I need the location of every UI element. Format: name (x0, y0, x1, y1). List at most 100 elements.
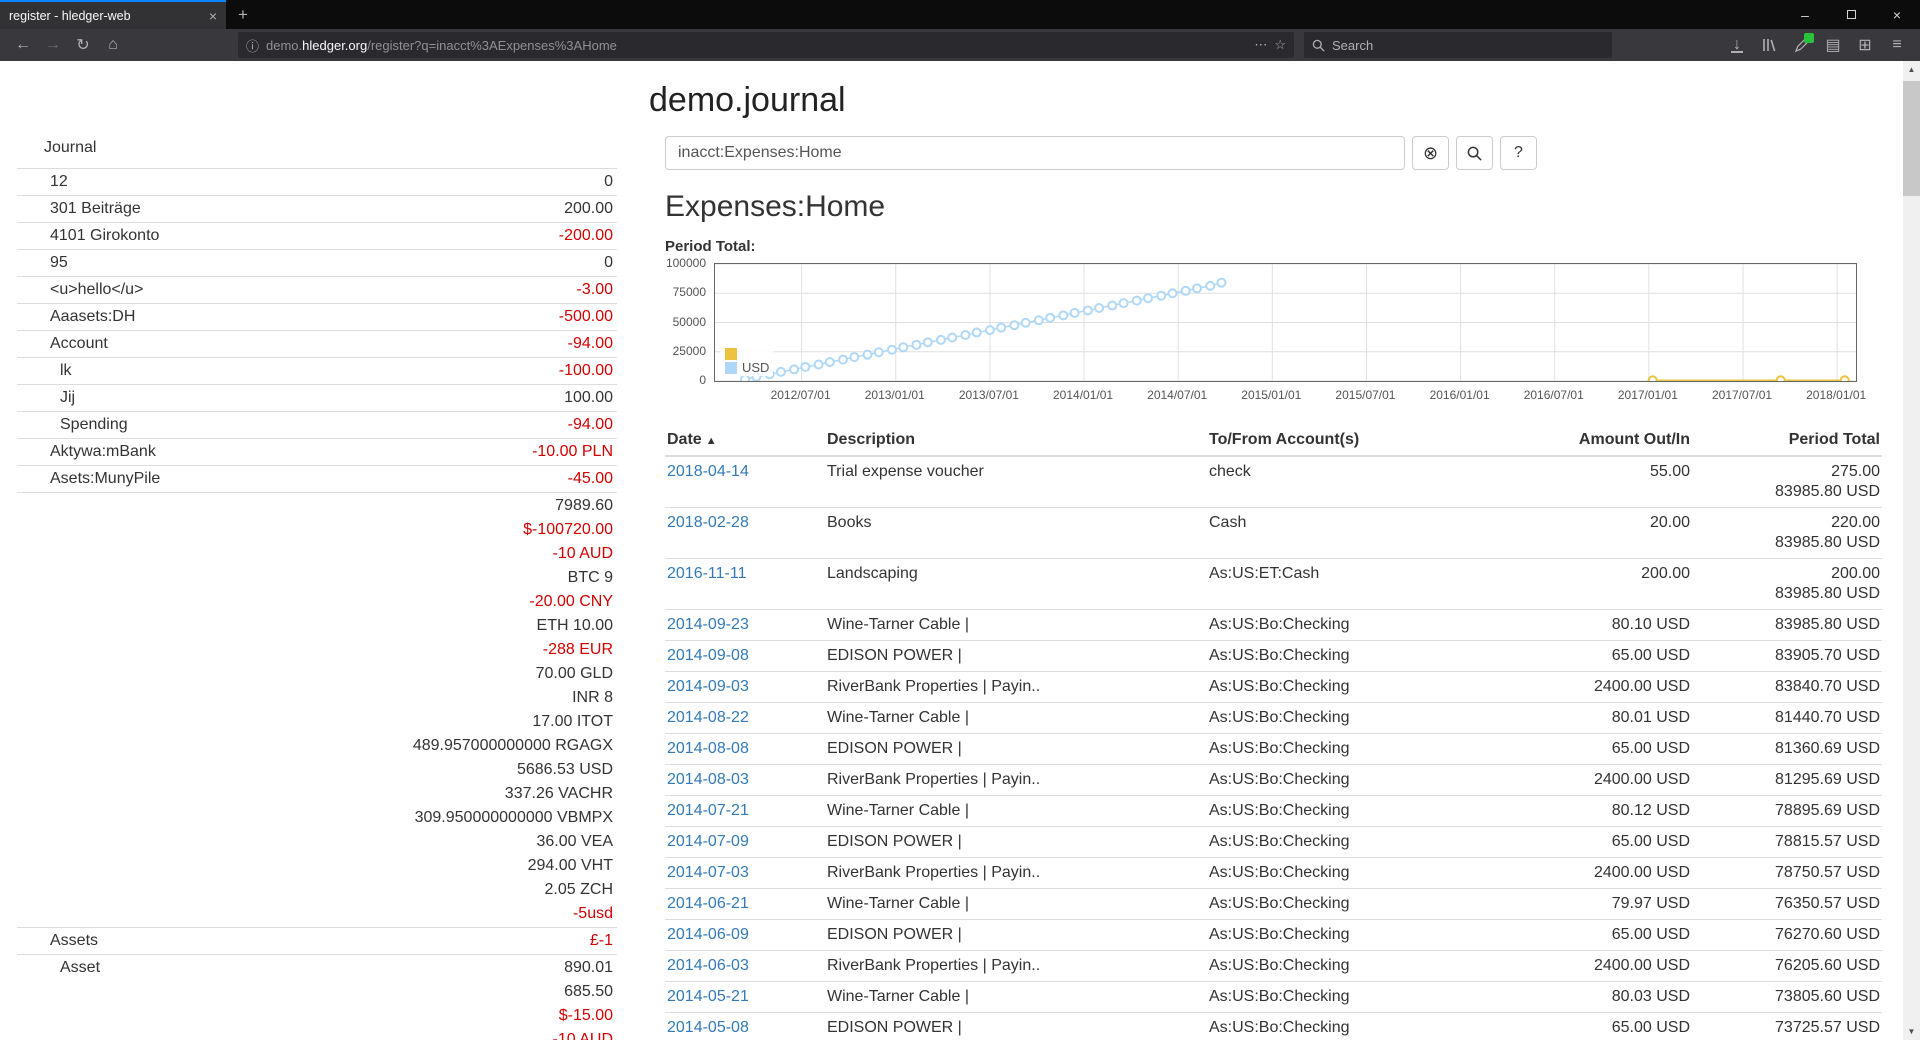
account-link[interactable]: Aktywa:mBank (17, 440, 156, 464)
transaction-amount: 79.97 USD (1517, 889, 1692, 920)
transaction-account: As:US:Bo:Checking (1207, 889, 1517, 920)
sidebar-toggle-icon[interactable]: ▤ (1818, 32, 1848, 58)
account-balance: -94.00 (568, 413, 613, 437)
account-link[interactable]: 95 (17, 251, 68, 275)
account-row: 301 Beiträge 200.00 (17, 195, 617, 222)
help-button[interactable]: ? (1500, 136, 1537, 170)
library-icon[interactable] (1754, 32, 1784, 58)
query-input[interactable] (665, 136, 1405, 170)
account-link[interactable]: Asset (17, 956, 100, 1040)
scrollbar-up-icon[interactable]: ▲ (1903, 61, 1920, 78)
account-balance: -3.00 (577, 278, 613, 302)
scrollbar-thumb[interactable] (1903, 81, 1920, 196)
close-button[interactable]: × (1874, 0, 1920, 29)
account-link[interactable]: Assets (17, 929, 98, 953)
x-axis-tick-label: 2014/01/01 (1053, 388, 1113, 402)
transaction-date-link[interactable]: 2014-07-09 (667, 833, 749, 850)
magnifier-icon (1467, 146, 1482, 161)
transaction-period-total: 78815.57 USD (1692, 827, 1882, 858)
bookmark-star-icon[interactable]: ☆ (1274, 37, 1286, 53)
back-button[interactable]: ← (8, 32, 38, 58)
transaction-date-link[interactable]: 2014-07-03 (667, 864, 749, 881)
transaction-period-total: 275.0083985.80 USD (1692, 456, 1882, 508)
transaction-date-link[interactable]: 2014-08-08 (667, 740, 749, 757)
account-link[interactable]: Aaasets:DH (17, 305, 135, 329)
transaction-date-link[interactable]: 2014-06-03 (667, 957, 749, 974)
account-link[interactable]: Account (17, 332, 108, 356)
minimize-button[interactable]: – (1782, 0, 1828, 29)
transaction-date-link[interactable]: 2014-07-21 (667, 802, 749, 819)
balance-amount: 685.50 (553, 980, 613, 1004)
account-link[interactable]: Asets:MunyPile (17, 467, 160, 491)
url-domain: hledger.org (302, 38, 367, 53)
grid-view-icon[interactable]: ⊞ (1850, 32, 1880, 58)
browser-tab[interactable]: register - hledger-web × (0, 0, 226, 29)
transaction-period-total: 81295.69 USD (1692, 765, 1882, 796)
transaction-period-total: 83905.70 USD (1692, 641, 1882, 672)
scrollbar-down-icon[interactable]: ▼ (1903, 1023, 1920, 1040)
account-link[interactable]: 4101 Girokonto (17, 224, 159, 248)
forward-button[interactable]: → (38, 32, 68, 58)
account-link[interactable]: lk (17, 359, 72, 383)
maximize-button[interactable] (1828, 0, 1874, 29)
balance-amount: 0 (604, 251, 613, 275)
transaction-period-total: 81440.70 USD (1692, 703, 1882, 734)
home-button[interactable]: ⌂ (98, 32, 128, 58)
balance-amount: -500.00 (559, 305, 613, 329)
transaction-period-total: 73805.60 USD (1692, 982, 1882, 1013)
transaction-description: Wine-Tarner Cable | (825, 889, 1207, 920)
browser-search-field[interactable]: Search (1304, 32, 1612, 58)
account-link[interactable] (17, 494, 50, 926)
account-link[interactable]: <u>hello</u> (17, 278, 143, 302)
balance-amount: 200.00 (564, 197, 613, 221)
clear-query-button[interactable]: ⊗ (1412, 136, 1449, 170)
transaction-period-total: 220.0083985.80 USD (1692, 508, 1882, 559)
transaction-date-link[interactable]: 2014-09-08 (667, 647, 749, 664)
menu-icon[interactable]: ≡ (1882, 32, 1912, 58)
balance-amount: -5usd (413, 902, 613, 926)
column-header-date[interactable]: Date▲ (665, 425, 825, 456)
account-link[interactable]: Jij (17, 386, 75, 410)
transaction-date-link[interactable]: 2014-05-21 (667, 988, 749, 1005)
transaction-description: Books (825, 508, 1207, 559)
balance-amount: -20.00 CNY (413, 590, 613, 614)
balance-amount: 5686.53 USD (413, 758, 613, 782)
legend-swatch-icon (725, 348, 737, 360)
transaction-description: EDISON POWER | (825, 641, 1207, 672)
transaction-date-link[interactable]: 2014-05-08 (667, 1019, 749, 1036)
sidebar-journal-link[interactable]: Journal (44, 135, 617, 161)
transaction-date-link[interactable]: 2016-11-11 (667, 565, 746, 582)
search-button[interactable] (1456, 136, 1493, 170)
legend-entry: USD (725, 360, 769, 375)
transaction-date-link[interactable]: 2014-06-21 (667, 895, 749, 912)
account-row: lk-100.00 (17, 357, 617, 384)
x-axis-tick-label: 2016/07/01 (1524, 388, 1584, 402)
new-tab-button[interactable]: + (226, 0, 260, 29)
transaction-amount: 200.00 (1517, 559, 1692, 610)
tab-title: register - hledger-web (9, 9, 201, 23)
transaction-date-link[interactable]: 2014-06-09 (667, 926, 749, 943)
tab-close-icon[interactable]: × (209, 8, 217, 24)
account-link[interactable]: Spending (17, 413, 128, 437)
transaction-date-link[interactable]: 2014-09-23 (667, 616, 749, 633)
page-actions-icon[interactable]: ⋯ (1254, 37, 1267, 53)
url-bar[interactable]: ⓘ demo.hledger.org/register?q=inacct%3AE… (238, 32, 1294, 58)
register-row: 2018-04-14Trial expense vouchercheck55.0… (665, 456, 1882, 508)
transaction-date-link[interactable]: 2014-09-03 (667, 678, 749, 695)
reload-button[interactable]: ↻ (68, 32, 98, 58)
url-path: /register?q=inacct%3AExpenses%3AHome (367, 38, 617, 53)
account-link[interactable]: 12 (17, 170, 68, 194)
downloads-icon[interactable]: ↓ (1722, 32, 1752, 58)
transaction-date-link[interactable]: 2018-04-14 (667, 463, 749, 480)
transaction-date-link[interactable]: 2014-08-22 (667, 709, 749, 726)
transaction-date-link[interactable]: 2014-08-03 (667, 771, 749, 788)
account-link[interactable]: 301 Beiträge (17, 197, 141, 221)
transaction-description: RiverBank Properties | Payin.. (825, 672, 1207, 703)
transaction-amount: 2400.00 USD (1517, 672, 1692, 703)
page-scrollbar[interactable]: ▲ ▼ (1903, 61, 1920, 1040)
extension-pen-icon[interactable] (1786, 32, 1816, 58)
account-row: Jij100.00 (17, 384, 617, 411)
site-info-icon[interactable]: ⓘ (246, 36, 259, 55)
transaction-amount: 55.00 (1517, 456, 1692, 508)
transaction-date-link[interactable]: 2018-02-28 (667, 514, 749, 531)
